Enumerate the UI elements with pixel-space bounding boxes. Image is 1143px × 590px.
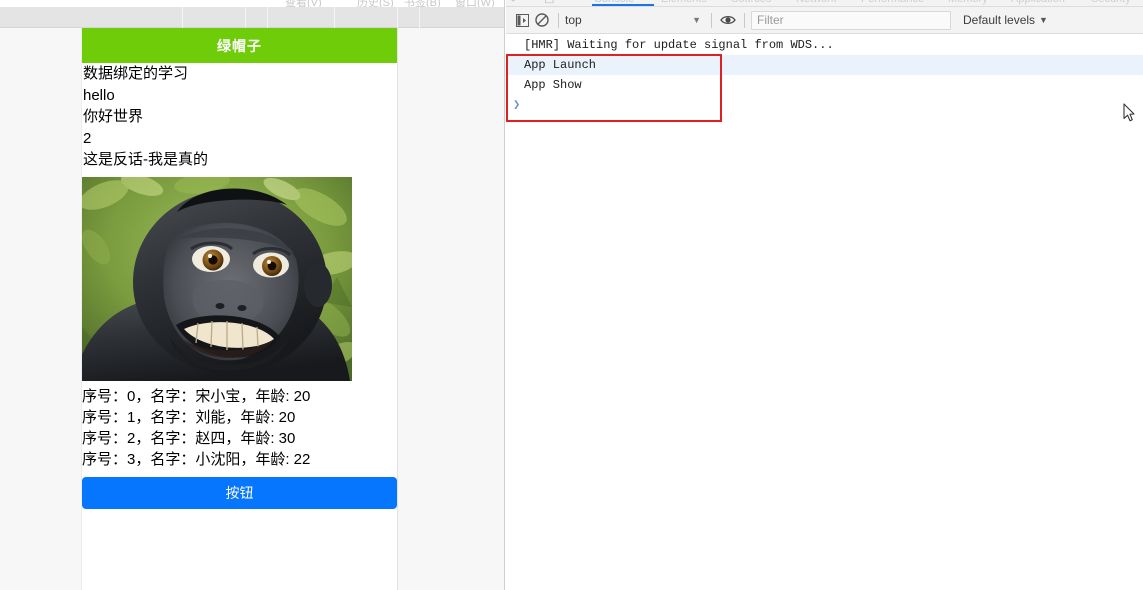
toolbar-divider	[711, 12, 712, 28]
screenshot-root: 查看(V) 历史(S) 书签(B) 窗口(W) 帮助(H) 绿帽子 数据绑定的学…	[0, 0, 1143, 590]
app-image-wrap	[82, 171, 397, 381]
device-zoom-select[interactable]	[268, 6, 335, 28]
console-context-value: top	[565, 13, 582, 27]
tab-sources[interactable]: Sources	[731, 0, 771, 5]
live-expression-eye-icon[interactable]	[718, 10, 738, 30]
tab-application[interactable]: Application	[1011, 0, 1065, 5]
device-emulation-pane: 查看(V) 历史(S) 书签(B) 窗口(W) 帮助(H) 绿帽子 数据绑定的学…	[0, 0, 505, 590]
device-width-input[interactable]	[183, 6, 246, 28]
console-prompt[interactable]: ❯	[506, 95, 1143, 115]
tab-network[interactable]: Network	[796, 0, 836, 5]
tab-elements[interactable]: Elements	[661, 0, 707, 5]
console-filter-input[interactable]	[751, 10, 951, 30]
show-console-sidebar-icon[interactable]	[512, 10, 532, 30]
device-more-options-button[interactable]	[420, 7, 504, 28]
app-text-line: hello	[83, 86, 115, 104]
log-levels-label: Default levels	[963, 13, 1036, 27]
tab-memory[interactable]: Memory	[948, 0, 988, 5]
console-message[interactable]: [HMR] Waiting for update signal from WDS…	[506, 35, 1143, 55]
list-item: 序号：2，名字：赵四，年龄: 30	[82, 429, 296, 447]
app-body: 数据绑定的学习 hello 你好世界 2 这是反话-我是真的 序号：0，名字：宋…	[82, 63, 397, 509]
console-toolbar: top ▼ Default levels ▼	[506, 7, 1143, 34]
mouse-cursor-icon	[1123, 103, 1135, 122]
app-header: 绿帽子	[82, 28, 397, 63]
console-message-list[interactable]: [HMR] Waiting for update signal from WDS…	[506, 35, 1143, 590]
device-emulation-toolbar	[0, 6, 504, 28]
device-rotate-button[interactable]	[398, 6, 420, 28]
tab-security[interactable]: Security	[1091, 0, 1131, 5]
monkey-selfie-image	[82, 176, 352, 381]
app-list: 序号：0，名字：宋小宝，年龄: 20 序号：1，名字：刘能，年龄: 20 序号：…	[82, 381, 397, 470]
toolbar-divider	[558, 12, 559, 28]
app-text-line: 你好世界	[83, 108, 144, 125]
app-text-line: 2	[83, 129, 92, 147]
devtools-inspect-icon[interactable]: ⌖	[510, 0, 516, 6]
device-throttle-select[interactable]	[335, 6, 398, 28]
clear-console-icon[interactable]	[532, 10, 552, 30]
console-prompt-arrow: ❯	[513, 98, 521, 112]
chevron-down-icon: ▼	[1039, 15, 1048, 25]
emulated-viewport: 绿帽子 数据绑定的学习 hello 你好世界 2 这是反话-我是真的 序号：0，…	[81, 28, 398, 590]
chevron-down-icon: ▼	[692, 15, 701, 25]
devtools-panel: ⌖ ▭ Console Elements Sources Network Per…	[506, 0, 1143, 590]
toolbar-divider	[744, 12, 745, 28]
tab-performance[interactable]: Performance	[861, 0, 924, 5]
app-action-button[interactable]: 按钮	[82, 476, 397, 509]
console-message[interactable]: App Show	[506, 75, 1143, 95]
console-log-levels-select[interactable]: Default levels ▼	[963, 13, 1048, 27]
list-item: 序号：1，名字：刘能，年龄: 20	[82, 408, 296, 426]
device-select[interactable]	[0, 6, 183, 28]
app-text-line: 这是反话-我是真的	[83, 151, 208, 168]
app-text-line: 数据绑定的学习	[83, 65, 189, 82]
app-header-title: 绿帽子	[217, 37, 262, 54]
devtools-device-toggle-icon[interactable]: ▭	[544, 0, 554, 6]
console-context-select[interactable]: top ▼	[565, 10, 705, 30]
devtools-tabbar: ⌖ ▭ Console Elements Sources Network Per…	[506, 0, 1143, 7]
list-item: 序号：0，名字：宋小宝，年龄: 20	[82, 387, 311, 405]
device-height-input[interactable]	[246, 6, 268, 28]
console-message[interactable]: App Launch	[506, 55, 1143, 75]
list-item: 序号：3，名字：小沈阳，年龄: 22	[82, 450, 311, 468]
